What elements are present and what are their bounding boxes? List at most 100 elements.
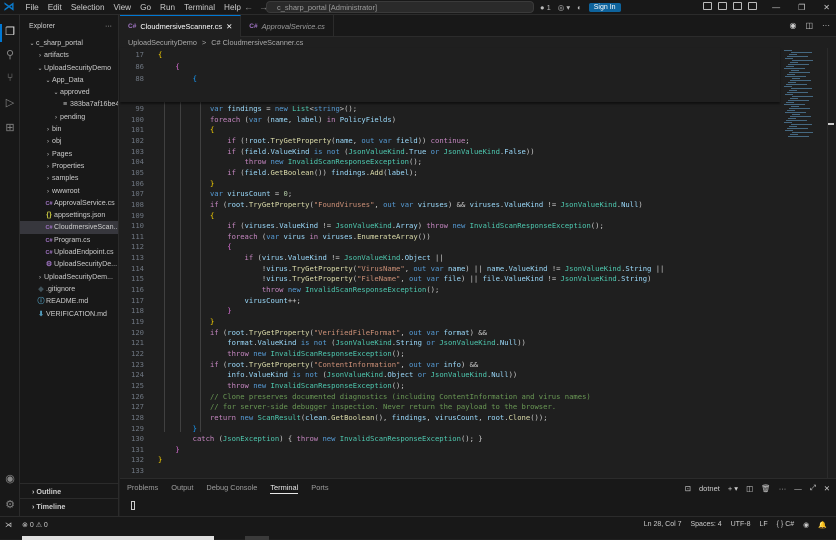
code-line[interactable]: } [158,445,179,454]
code-line[interactable]: !virus.TryGetProperty("VirusName", out v… [158,264,665,273]
accounts-icon[interactable]: ◐ [577,3,582,12]
code-line[interactable]: !virus.TryGetProperty("FileName", out va… [158,274,652,283]
back-arrow-icon[interactable]: ← [244,2,259,12]
terminal-shell-name[interactable]: dotnet [699,484,720,493]
outline-section[interactable]: › Outline [20,483,119,498]
code-line[interactable]: } [158,317,214,326]
code-line[interactable]: info.ValueKind is not (JsonValueKind.Obj… [158,370,517,379]
copilot-status-icon[interactable]: ◉ [803,521,809,529]
encoding[interactable]: UTF-8 [731,521,751,529]
tree-folder[interactable]: › pending [20,111,118,123]
remote-icon[interactable]: ⋊ [5,521,12,529]
code-line[interactable]: if (field.ValueKind is not (JsonValueKin… [158,147,534,156]
code-line[interactable]: { [158,50,162,59]
code-line[interactable]: } [158,306,231,315]
timeline-section[interactable]: › Timeline [20,498,119,513]
maximize-panel-icon[interactable]: ⤢ [810,483,816,493]
code-line[interactable]: var findings = new List<string>(); [158,104,357,113]
tree-folder[interactable]: ⌄c_sharp_portal [20,37,118,49]
terminal-cursor[interactable] [131,501,135,510]
tree-file[interactable]: ⚙ UploadSecurityDe... [20,258,118,270]
minimize-icon[interactable]: — [772,3,780,12]
close-window-icon[interactable]: ✕ [823,3,830,12]
more-actions-icon[interactable]: ··· [105,23,112,30]
tree-file[interactable]: ⓘ README.md [20,295,118,307]
menu-run[interactable]: Run [156,0,180,15]
toggle-panel-icon[interactable] [733,2,742,10]
manage-gear-icon[interactable]: ⚙ [4,499,16,511]
tab-terminal[interactable]: Terminal [270,483,299,494]
code-line[interactable]: } [158,455,162,464]
tree-file[interactable]: {} appsettings.json [20,209,118,221]
indentation[interactable]: Spaces: 4 [690,521,721,529]
tab-debug-console[interactable]: Debug Console [206,483,257,494]
code-line[interactable]: { [158,125,214,134]
vertical-scrollbar[interactable] [827,48,836,478]
notifications-bell-icon[interactable]: 🔔 [818,521,827,529]
code-line[interactable]: if (root.TryGetProperty("FoundViruses", … [158,200,643,209]
code-line[interactable]: } [158,179,214,188]
tree-file[interactable]: C#CloudmersiveScan... [20,221,118,234]
code-line[interactable]: if (field.GetBoolean()) findings.Add(lab… [158,168,417,177]
code-line[interactable]: throw new InvalidScanResponseException()… [158,285,439,294]
code-line[interactable]: throw new InvalidScanResponseException()… [158,381,404,390]
code-line[interactable]: if (root.TryGetProperty("ContentInformat… [158,360,478,369]
menu-go[interactable]: Go [136,0,156,15]
tree-file[interactable]: C#ApprovalService.cs [20,197,118,209]
menu-edit[interactable]: Edit [43,0,66,15]
code-line[interactable]: foreach (var virus in viruses.EnumerateA… [158,232,430,241]
tab-cloudmersive-scanner[interactable]: C# CloudmersiveScanner.cs ✕ [120,15,242,37]
code-line[interactable]: if (root.TryGetProperty("VerifiedFileFor… [158,328,487,337]
tree-folder[interactable]: › samples [20,172,118,184]
code-line[interactable]: throw new InvalidScanResponseException()… [158,349,404,358]
more-panel-actions-icon[interactable]: ··· [779,484,787,493]
code-line[interactable]: { [158,62,179,71]
breadcrumb-file[interactable]: C# CloudmersiveScanner.cs [211,37,303,48]
menu-file[interactable]: File [21,0,43,15]
code-line[interactable]: var virusCount = 0; [158,189,292,198]
copilot-icon[interactable]: ◎ ▾ [558,3,570,12]
code-line[interactable]: virusCount++; [158,296,301,305]
code-line[interactable]: if (virus.ValueKind != JsonValueKind.Obj… [158,253,444,262]
code-line[interactable]: { [158,74,197,83]
code-line[interactable]: // for server-side debugger inspection. … [158,402,556,411]
tree-file[interactable]: C#UploadEndpoint.cs [20,246,118,258]
tree-file[interactable]: ◆ .gitignore [20,283,118,295]
code-line[interactable]: if (viruses.ValueKind != JsonValueKind.A… [158,221,604,230]
command-center[interactable]: c_sharp_portal [Administrator] [266,1,534,13]
tab-output[interactable]: Output [171,483,193,494]
menu-help[interactable]: Help [220,0,246,15]
toggle-sidebar-icon[interactable] [718,2,727,10]
toggle-secondary-sidebar-icon[interactable] [748,2,757,10]
tab-ports[interactable]: Ports [311,483,328,494]
code-line[interactable]: foreach (var (name, label) in PolicyFiel… [158,115,396,124]
sign-in-button[interactable]: Sign In [588,3,621,12]
kill-terminal-icon[interactable]: 🗑 [761,484,771,493]
tree-file[interactable]: ≡383ba7af16be42... [20,98,118,110]
code-line[interactable]: // Clone preserves documented diagnostic… [158,392,591,401]
tree-file[interactable]: ⬇ VERIFICATION.md [20,308,118,320]
code-line[interactable]: catch (JsonException) { throw new Invali… [158,434,483,443]
copilot-chat-icon[interactable]: ◉ [789,21,796,30]
tree-folder[interactable]: › Properties [20,160,118,172]
minimap[interactable] [782,48,827,138]
notification-count[interactable]: ● 1 [540,3,551,12]
split-editor-icon[interactable]: ◫ [805,21,813,30]
tree-folder[interactable]: › wwwroot [20,185,118,197]
extensions-icon[interactable]: ⊞ [4,122,16,134]
customize-layout-icon[interactable] [703,2,712,10]
tree-folder[interactable]: › UploadSecurityDem... [20,271,118,283]
tree-file[interactable]: C#Program.cs [20,234,118,246]
code-line[interactable]: if (!root.TryGetProperty(name, out var f… [158,136,469,145]
code-line[interactable]: throw new InvalidScanResponseException()… [158,157,422,166]
more-editor-actions-icon[interactable]: ··· [822,21,830,30]
code-line[interactable]: } [158,424,197,433]
account-icon[interactable]: ◉ [4,473,16,485]
tree-folder[interactable]: ⌄App_Data [20,74,118,86]
tree-folder[interactable]: ⌄UploadSecurityDemo [20,62,118,74]
source-control-icon[interactable]: ⑂ [4,72,16,84]
run-debug-icon[interactable]: ▷ [4,97,16,109]
tree-folder[interactable]: ⌄approved [20,86,118,98]
menu-view[interactable]: View [109,0,136,15]
code-editor[interactable]: 99 var findings = new List<string>(); 100… [120,48,780,478]
